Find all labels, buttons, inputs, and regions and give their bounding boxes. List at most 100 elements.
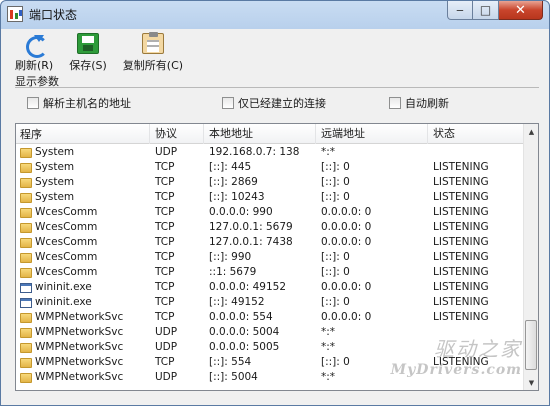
table-row[interactable]: WcesComm TCP::1: 5679 [::]: 0 LISTENING	[16, 265, 524, 280]
cell-remote-address: [::]: 0	[321, 191, 350, 203]
column-header-state[interactable]: 状态	[428, 124, 524, 144]
cell-local-address: [::]: 990	[209, 251, 252, 263]
column-header-local-address[interactable]: 本地地址	[204, 124, 316, 144]
application-icon	[20, 282, 32, 293]
cell-local-address: ::1: 5679	[209, 266, 257, 278]
port-list[interactable]: 程序 协议 本地地址 远端地址 状态 System UDP 192.168.0.7:…	[15, 123, 539, 391]
folder-icon	[20, 357, 32, 368]
cell-protocol: TCP	[155, 191, 175, 203]
application-icon	[20, 297, 32, 308]
table-row[interactable]: System TCP [::]: 2869 [::]: 0 LISTENING	[16, 175, 524, 190]
cell-local-address: 0.0.0.0: 554	[209, 311, 273, 323]
folder-icon	[20, 342, 32, 353]
watermark-english: MyDrivers.com	[390, 362, 522, 378]
table-row[interactable]: wininit.exe TCP 0.0.0.0: 49152 0.0.0.0: 0 LI…	[16, 280, 524, 295]
cell-remote-address: 0.0.0.0: 0	[321, 236, 372, 248]
cell-local-address: 127.0.0.1: 5679	[209, 221, 293, 233]
column-header-remote-address[interactable]: 远端地址	[316, 124, 428, 144]
cell-program: System	[16, 175, 150, 190]
folder-icon	[20, 312, 32, 323]
column-header-program[interactable]: 程序	[16, 124, 150, 144]
auto-refresh-checkbox[interactable]: 自动刷新	[389, 95, 449, 111]
folder-icon	[20, 162, 32, 173]
vertical-scrollbar[interactable]: ▲ ▼	[523, 124, 538, 390]
cell-local-address: 0.0.0.0: 5004	[209, 326, 280, 338]
table-row[interactable]: WMPNetworkSvc TCP 0.0.0.0: 554 0.0.0.0: 0 LI…	[16, 310, 524, 325]
cell-protocol: UDP	[155, 371, 178, 383]
table-row[interactable]: wininit.exe TCP [::]: 49152 [::]: 0 LISTENIN…	[16, 295, 524, 310]
folder-icon	[20, 177, 32, 188]
scroll-up-button[interactable]: ▲	[524, 124, 539, 139]
window-title: 端口状态	[29, 7, 78, 22]
copy-all-button[interactable]: 复制所有(C)	[117, 32, 189, 73]
cell-program: WMPNetworkSvc	[16, 310, 150, 325]
column-header-protocol[interactable]: 协议	[150, 124, 204, 144]
program-name: wininit.exe	[35, 281, 92, 293]
scroll-thumb[interactable]	[525, 320, 537, 370]
cell-remote-address: 0.0.0.0: 0	[321, 221, 372, 233]
refresh-button[interactable]: 刷新(R)	[9, 33, 59, 73]
cell-local-address: [::]: 49152	[209, 296, 265, 308]
program-name: WcesComm	[35, 221, 98, 233]
app-chart-icon	[7, 6, 23, 22]
cell-local-address: [::]: 10243	[209, 191, 265, 203]
table-row[interactable]: System TCP [::]: 445 [::]: 0 LISTENING	[16, 160, 524, 175]
cell-program: WcesComm	[16, 220, 150, 235]
program-name: wininit.exe	[35, 296, 92, 308]
cell-protocol: TCP	[155, 266, 175, 278]
cell-program: WMPNetworkSvc	[16, 355, 150, 370]
program-name: WMPNetworkSvc	[35, 371, 124, 383]
cell-protocol: TCP	[155, 236, 175, 248]
cell-state: LISTENING	[433, 221, 489, 233]
cell-local-address: 0.0.0.0: 5005	[209, 341, 280, 353]
cell-remote-address: [::]: 0	[321, 251, 350, 263]
checkbox-box[interactable]	[27, 97, 39, 109]
table-row[interactable]: System TCP [::]: 10243 [::]: 0 LISTENING	[16, 190, 524, 205]
cell-local-address: [::]: 445	[209, 161, 252, 173]
cell-protocol: TCP	[155, 296, 175, 308]
cell-remote-address: [::]: 0	[321, 296, 350, 308]
cell-state: LISTENING	[433, 161, 489, 173]
folder-icon	[20, 147, 32, 158]
resolve-hostnames-checkbox[interactable]: 解析主机名的地址	[27, 95, 131, 111]
program-name: System	[35, 176, 75, 188]
close-button[interactable]: ✕	[499, 1, 543, 20]
cell-protocol: TCP	[155, 161, 175, 173]
cell-remote-address: 0.0.0.0: 0	[321, 206, 372, 218]
folder-icon	[20, 252, 32, 263]
established-only-checkbox[interactable]: 仅已经建立的连接	[222, 95, 326, 111]
toolbar: 刷新(R) 保存(S) 复制所有(C)	[9, 32, 189, 73]
table-row[interactable]: WcesComm TCP [::]: 990 [::]: 0 LISTENING	[16, 250, 524, 265]
cell-state: LISTENING	[433, 311, 489, 323]
window-controls: ‒ □ ✕	[447, 1, 543, 20]
cell-state: LISTENING	[433, 176, 489, 188]
scroll-down-button[interactable]: ▼	[524, 375, 539, 390]
table-row[interactable]: System UDP 192.168.0.7: 138 *:*	[16, 145, 524, 160]
save-button[interactable]: 保存(S)	[63, 33, 113, 73]
maximize-button[interactable]: □	[473, 1, 499, 20]
cell-local-address: 127.0.0.1: 7438	[209, 236, 293, 248]
checkbox-box[interactable]	[222, 97, 234, 109]
watermark: 驱动之家 MyDrivers.com	[391, 333, 522, 378]
cell-state	[428, 145, 524, 160]
copy-all-label: 复制所有(C)	[122, 59, 184, 72]
list-header: 程序 协议 本地地址 远端地址 状态	[16, 124, 524, 144]
title-bar[interactable]: 端口状态 ‒ □ ✕	[1, 1, 549, 27]
cell-local-address: [::]: 5004	[209, 371, 258, 383]
cell-protocol: TCP	[155, 356, 175, 368]
cell-program: WcesComm	[16, 205, 150, 220]
cell-program: WMPNetworkSvc	[16, 370, 150, 385]
folder-icon	[20, 207, 32, 218]
clipboard-icon	[141, 32, 164, 54]
cell-state: LISTENING	[433, 281, 489, 293]
cell-remote-address: 0.0.0.0: 0	[321, 281, 372, 293]
cell-protocol: UDP	[155, 326, 178, 338]
minimize-button[interactable]: ‒	[447, 1, 473, 20]
table-row[interactable]: WcesComm TCP 0.0.0.0: 990 0.0.0.0: 0 LISTENI…	[16, 205, 524, 220]
table-row[interactable]: WcesComm TCP 127.0.0.1: 7438 0.0.0.0: 0 LIST…	[16, 235, 524, 250]
checkbox-box[interactable]	[389, 97, 401, 109]
program-name: System	[35, 191, 75, 203]
program-name: WcesComm	[35, 206, 98, 218]
cell-remote-address: [::]: 0	[321, 161, 350, 173]
table-row[interactable]: WcesComm TCP 127.0.0.1: 5679 0.0.0.0: 0 LIST…	[16, 220, 524, 235]
